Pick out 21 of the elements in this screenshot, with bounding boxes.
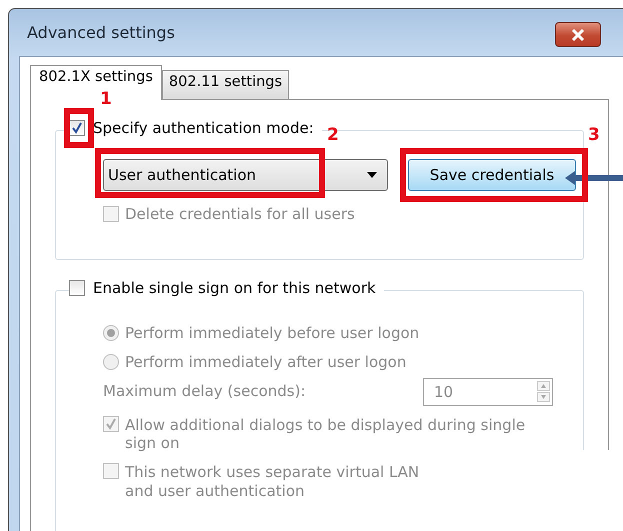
delay-label: Maximum delay (seconds): (103, 382, 306, 401)
checkbox-label: Delete credentials for all users (125, 205, 355, 224)
step-number: 2 (327, 126, 339, 145)
checkbox-label: Allow additional dialogs to be displayed during single sign on (125, 416, 526, 453)
checkbox[interactable] (69, 120, 85, 136)
step-number: 3 (588, 126, 600, 145)
pointer-arrow-icon (565, 171, 623, 185)
checkbox-label: This network uses separate virtual LAN (125, 463, 420, 482)
window-title: Advanced settings (27, 23, 175, 42)
checkbox-label: Enable single sign on for this network (93, 279, 376, 298)
checkbox-label: Specify authentication mode: (93, 119, 314, 138)
save-credentials-button[interactable]: Save credentials (408, 159, 576, 191)
close-button[interactable] (555, 22, 601, 47)
checkbox[interactable] (69, 280, 85, 296)
tab[interactable]: 802.11 settings (162, 70, 290, 99)
mode-dropdown[interactable]: User authentication (103, 159, 388, 191)
dropdown-arrow-icon (367, 172, 377, 178)
radio-label: Perform immediately before user logon (125, 324, 420, 343)
radio-label: Perform immediately after user logon (125, 352, 406, 372)
close-icon (570, 28, 586, 40)
checkbox-label: and user authentication (125, 482, 306, 500)
